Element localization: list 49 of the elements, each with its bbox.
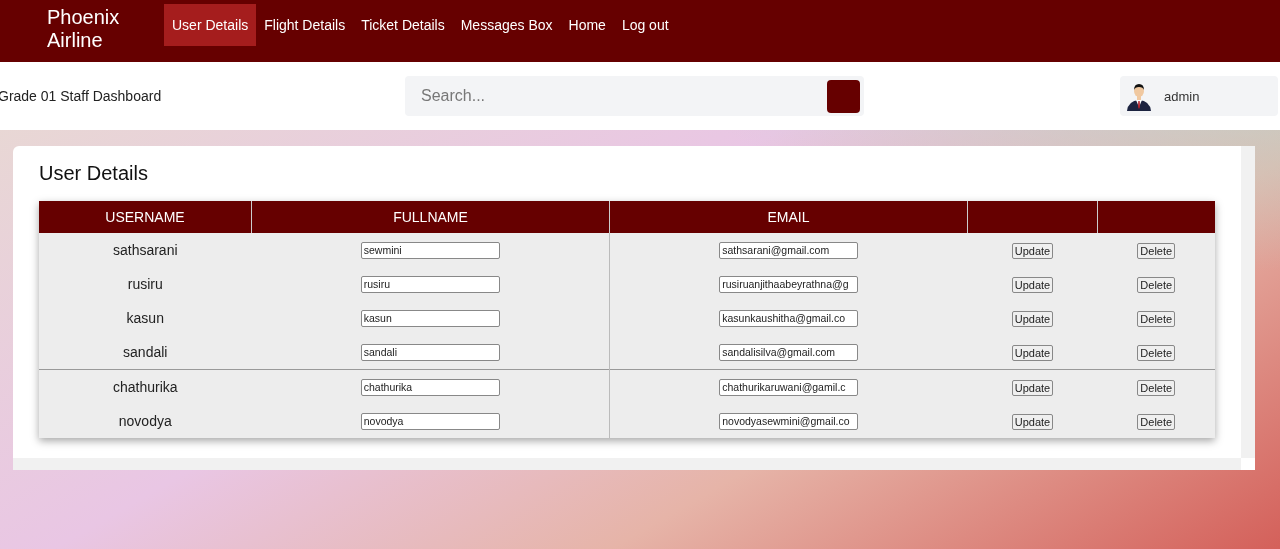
avatar-icon [1126,81,1152,111]
delete-button[interactable]: Delete [1137,242,1176,259]
update-button[interactable]: Update [1011,276,1054,293]
column-header: FULLNAME [251,201,610,233]
delete-button[interactable]: Delete [1137,310,1176,327]
update-button[interactable]: Update [1011,242,1054,259]
fullname-field[interactable]: novodya [360,412,500,430]
nav-link[interactable]: User Details [164,4,257,46]
search-button[interactable] [827,79,860,113]
nav-link[interactable]: Messages Box [452,4,561,46]
username-text: sathsarani [112,242,178,258]
nav-link[interactable]: Flight Details [256,4,354,46]
vertical-scrollbar[interactable] [1241,146,1255,458]
horizontal-scrollbar[interactable] [13,458,1241,470]
user-name: admin [1164,88,1200,104]
nav-link[interactable]: Ticket Details [353,4,453,46]
search-input[interactable]: Search... [419,86,827,106]
username-text: kasun [126,310,164,326]
panel-title: User Details [39,162,149,185]
update-button[interactable]: Update [1011,413,1054,430]
delete-button[interactable]: Delete [1137,344,1176,361]
delete-button[interactable]: Delete [1137,379,1176,396]
email-field[interactable]: sathsarani@gmail.com [719,241,859,259]
nav-link[interactable]: Home [560,4,614,46]
update-button[interactable]: Update [1011,379,1054,396]
fullname-field[interactable]: sandali [360,343,500,361]
username-text: chathurika [112,379,178,395]
nav-link[interactable]: Log out [613,4,677,46]
email-field[interactable]: chathurikaruwani@gamil.c [719,378,859,396]
username-text: rusiru [127,276,163,292]
email-field[interactable]: novodyasewmini@gmail.co [719,412,859,430]
update-button[interactable]: Update [1011,344,1054,361]
email-field[interactable]: rusiruanjithaabeyrathna@g [719,275,859,293]
brand-name: Phoenix Airline [47,6,121,52]
fullname-field[interactable]: rusiru [360,275,500,293]
fullname-field[interactable]: kasun [360,309,500,327]
fullname-field[interactable]: sewmini [360,241,500,259]
column-header: USERNAME [39,201,252,233]
delete-button[interactable]: Delete [1137,276,1176,293]
user-card[interactable]: admin [1120,76,1278,116]
column-header: EMAIL [609,201,968,233]
email-field[interactable]: kasunkaushitha@gmail.co [719,309,859,327]
username-text: sandali [123,344,168,360]
email-field[interactable]: sandalisilva@gmail.com [719,343,859,361]
search-field[interactable]: Search... [405,76,864,116]
username-text: novodya [118,413,172,429]
update-button[interactable]: Update [1011,310,1054,327]
fullname-field[interactable]: chathurika [360,378,500,396]
delete-button[interactable]: Delete [1137,413,1176,430]
